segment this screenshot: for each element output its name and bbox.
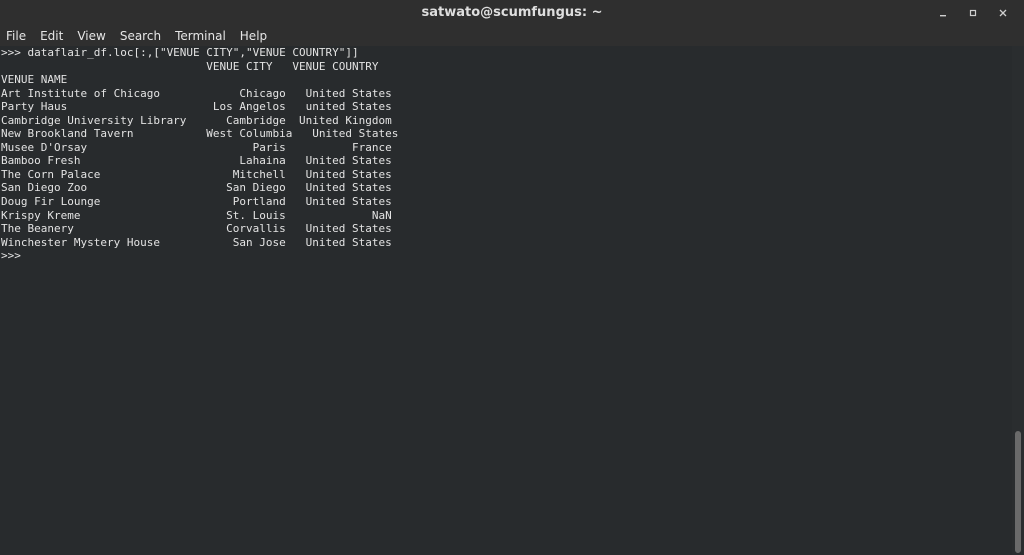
vertical-scrollbar[interactable] [1012,46,1024,555]
menu-file[interactable]: File [0,26,33,46]
output-row: Party Haus Los Angelos united States [1,100,392,114]
menu-terminal[interactable]: Terminal [168,26,233,46]
output-row: Doug Fir Lounge Portland United States [1,195,392,209]
prompt-line: >>> [1,249,21,263]
output-row: The Corn Palace Mitchell United States [1,167,392,181]
output-row: Musee D'Orsay Paris France [1,140,392,154]
window-controls [928,0,1018,26]
window-title: satwato@scumfungus: ~ [421,5,603,20]
maximize-button[interactable] [958,2,988,24]
output-row: The Beanery Corvallis United States [1,222,392,236]
title-bar[interactable]: satwato@scumfungus: ~ [0,0,1024,26]
maximize-icon [969,9,977,17]
output-row: San Diego Zoo San Diego United States [1,181,392,195]
output-row: Bamboo Fresh Lahaina United States [1,154,392,168]
scrollbar-thumb[interactable] [1015,431,1021,553]
column-header-line: VENUE CITY VENUE COUNTRY [1,59,379,73]
close-button[interactable] [988,2,1018,24]
menu-help[interactable]: Help [233,26,274,46]
menu-bar: File Edit View Search Terminal Help [0,26,1024,47]
output-row: New Brookland Tavern West Columbia Unite… [1,127,399,141]
output-row: Cambridge University Library Cambridge U… [1,113,392,127]
terminal-window: satwato@scumfungus: ~ File Edit View Sea… [0,0,1024,555]
command-line: >>> dataflair_df.loc[:,["VENUE CITY","VE… [1,46,359,59]
minimize-button[interactable] [928,2,958,24]
menu-edit[interactable]: Edit [33,26,70,46]
terminal-output[interactable]: >>> dataflair_df.loc[:,["VENUE CITY","VE… [0,46,1012,555]
menu-view[interactable]: View [70,26,112,46]
output-row: Art Institute of Chicago Chicago United … [1,86,392,100]
close-icon [999,9,1007,17]
output-row: Krispy Kreme St. Louis NaN [1,208,392,222]
menu-search[interactable]: Search [113,26,168,46]
index-header-line: VENUE NAME [1,73,68,87]
minimize-icon [940,15,946,17]
output-row: Winchester Mystery House San Jose United… [1,235,392,249]
